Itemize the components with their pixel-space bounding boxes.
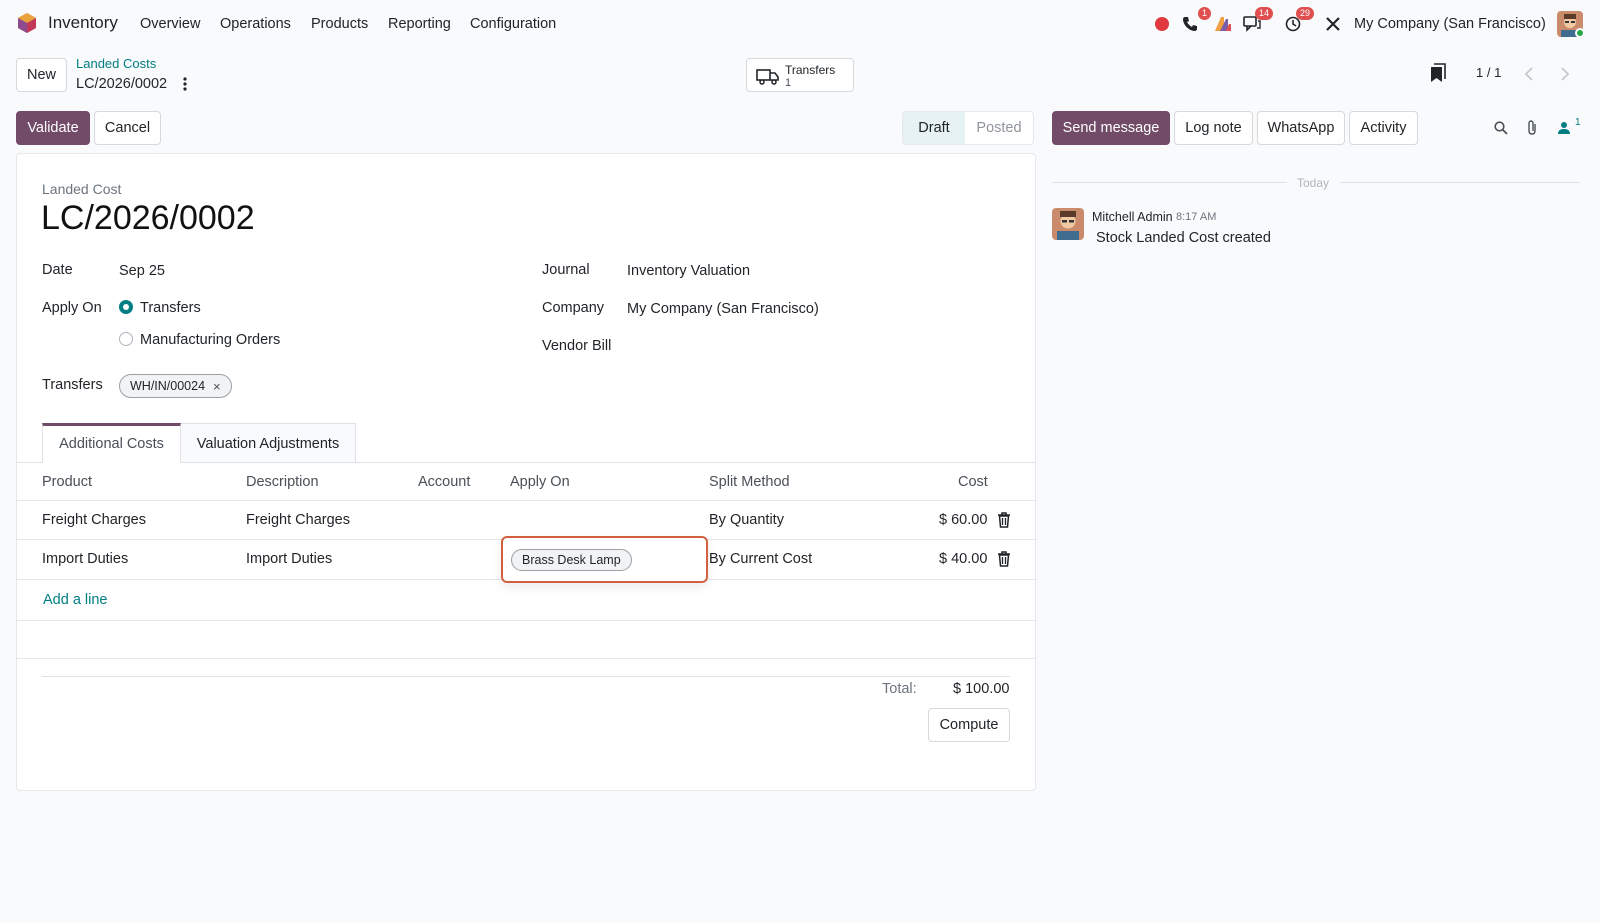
transfers-label: Transfers xyxy=(42,377,103,393)
attachment-icon[interactable] xyxy=(1522,118,1542,138)
column-product[interactable]: Product xyxy=(42,474,92,490)
company-field[interactable]: My Company (San Francisco) xyxy=(627,301,819,317)
total-label: Total: xyxy=(882,681,917,697)
activities-badge: 29 xyxy=(1295,7,1314,20)
breadcrumb-current-record: LC/2026/0002 xyxy=(76,76,168,92)
truck-icon xyxy=(756,67,780,88)
radio-transfers[interactable] xyxy=(119,300,133,314)
messages-icon[interactable]: 14 xyxy=(1242,7,1273,34)
row2-product[interactable]: Import Duties xyxy=(42,551,128,567)
phone-icon[interactable]: 1 xyxy=(1180,7,1211,34)
transfer-tag[interactable]: WH/IN/00024 × xyxy=(119,374,232,398)
pager-value[interactable]: 1 / 1 xyxy=(1476,65,1501,80)
journal-field[interactable]: Inventory Valuation xyxy=(627,263,750,279)
row2-delete-icon[interactable] xyxy=(997,551,1011,567)
whatsapp-button[interactable]: WhatsApp xyxy=(1257,111,1345,145)
app-logo-icon[interactable] xyxy=(16,12,38,34)
row1-product[interactable]: Freight Charges xyxy=(42,512,146,528)
menu-operations[interactable]: Operations xyxy=(220,16,291,32)
send-message-button[interactable]: Send message xyxy=(1052,111,1170,145)
activity-button[interactable]: Activity xyxy=(1349,111,1418,145)
date-separator-right xyxy=(1340,182,1580,183)
transfer-tag-label: WH/IN/00024 xyxy=(130,379,206,393)
message-time: 8:17 AM xyxy=(1176,211,1217,223)
table-bottom-divider xyxy=(17,620,1035,621)
date-separator-label: Today xyxy=(1297,176,1330,190)
messages-badge: 14 xyxy=(1254,7,1273,20)
row2-cost[interactable]: $ 40.00 xyxy=(939,551,987,567)
menu-products[interactable]: Products xyxy=(311,16,368,32)
company-switcher[interactable]: My Company (San Francisco) xyxy=(1354,16,1546,32)
form-title: LC/2026/0002 xyxy=(41,199,255,237)
company-label: Company xyxy=(542,300,605,316)
column-split-method[interactable]: Split Method xyxy=(709,474,790,490)
tab-valuation-adjustments[interactable]: Valuation Adjustments xyxy=(180,423,356,463)
message-author-avatar[interactable] xyxy=(1052,208,1084,240)
radio-manufacturing-orders[interactable] xyxy=(119,332,133,346)
pager-previous-icon[interactable] xyxy=(1512,58,1546,90)
date-label: Date xyxy=(42,262,73,278)
status-bar: Draft Posted xyxy=(902,111,1034,145)
column-account[interactable]: Account xyxy=(418,474,470,490)
message-body: Stock Landed Cost created xyxy=(1096,230,1271,246)
column-apply-on[interactable]: Apply On xyxy=(510,474,570,490)
journal-label: Journal xyxy=(542,262,590,278)
validate-button[interactable]: Validate xyxy=(16,111,90,145)
column-cost[interactable]: Cost xyxy=(958,474,988,490)
row1-description[interactable]: Freight Charges xyxy=(246,512,350,528)
row2-apply-on-editor[interactable]: Brass Desk Lamp xyxy=(501,536,708,583)
menu-configuration[interactable]: Configuration xyxy=(470,16,556,32)
ai-icon[interactable] xyxy=(1213,14,1233,34)
followers-icon[interactable] xyxy=(1554,118,1574,138)
record-icon[interactable] xyxy=(1152,14,1172,34)
date-field[interactable]: Sep 25 xyxy=(119,263,165,279)
smart-button-count: 1 xyxy=(785,77,792,89)
status-draft[interactable]: Draft xyxy=(903,112,965,144)
row2-split-method[interactable]: By Current Cost xyxy=(709,551,812,567)
radio-manufacturing-orders-label[interactable]: Manufacturing Orders xyxy=(140,332,280,348)
tools-icon[interactable] xyxy=(1323,14,1343,34)
date-separator-left xyxy=(1052,182,1287,183)
compute-button[interactable]: Compute xyxy=(928,708,1010,742)
cancel-button[interactable]: Cancel xyxy=(94,111,161,145)
total-divider xyxy=(42,676,1010,677)
followers-count: 1 xyxy=(1575,117,1581,128)
menu-reporting[interactable]: Reporting xyxy=(388,16,451,32)
status-posted[interactable]: Posted xyxy=(965,112,1033,144)
new-button[interactable]: New xyxy=(16,58,67,92)
search-icon[interactable] xyxy=(1491,118,1511,138)
menu-overview[interactable]: Overview xyxy=(140,16,200,32)
total-value: $ 100.00 xyxy=(953,681,1010,697)
online-status-dot xyxy=(1575,28,1585,38)
tab-additional-costs[interactable]: Additional Costs xyxy=(42,423,181,463)
pager-next-icon[interactable] xyxy=(1548,58,1582,90)
add-line-link[interactable]: Add a line xyxy=(43,592,108,608)
phone-badge: 1 xyxy=(1197,7,1211,20)
row2-description[interactable]: Import Duties xyxy=(246,551,332,567)
bookmark-icon[interactable] xyxy=(1430,63,1446,83)
row1-cost[interactable]: $ 60.00 xyxy=(939,512,987,528)
apply-on-label: Apply On xyxy=(42,300,102,316)
form-small-title: Landed Cost xyxy=(42,181,122,197)
row1-delete-icon[interactable] xyxy=(997,512,1011,528)
header-divider xyxy=(17,500,1035,501)
activity-clock-icon[interactable]: 29 xyxy=(1283,7,1314,34)
row1-split-method[interactable]: By Quantity xyxy=(709,512,784,528)
transfers-smart-button[interactable]: Transfers 1 xyxy=(746,58,854,92)
log-note-button[interactable]: Log note xyxy=(1174,111,1253,145)
breadcrumb-landed-costs[interactable]: Landed Costs xyxy=(76,56,156,71)
actions-menu-icon[interactable] xyxy=(180,75,190,93)
radio-transfers-label[interactable]: Transfers xyxy=(140,300,201,316)
app-name[interactable]: Inventory xyxy=(48,13,118,33)
table-footer-divider xyxy=(17,658,1035,659)
vendor-bill-label: Vendor Bill xyxy=(542,338,612,354)
apply-on-tag[interactable]: Brass Desk Lamp xyxy=(511,549,632,571)
remove-tag-icon[interactable]: × xyxy=(213,379,221,394)
column-description[interactable]: Description xyxy=(246,474,319,490)
smart-button-label: Transfers xyxy=(785,63,836,77)
message-author[interactable]: Mitchell Admin xyxy=(1092,210,1173,224)
